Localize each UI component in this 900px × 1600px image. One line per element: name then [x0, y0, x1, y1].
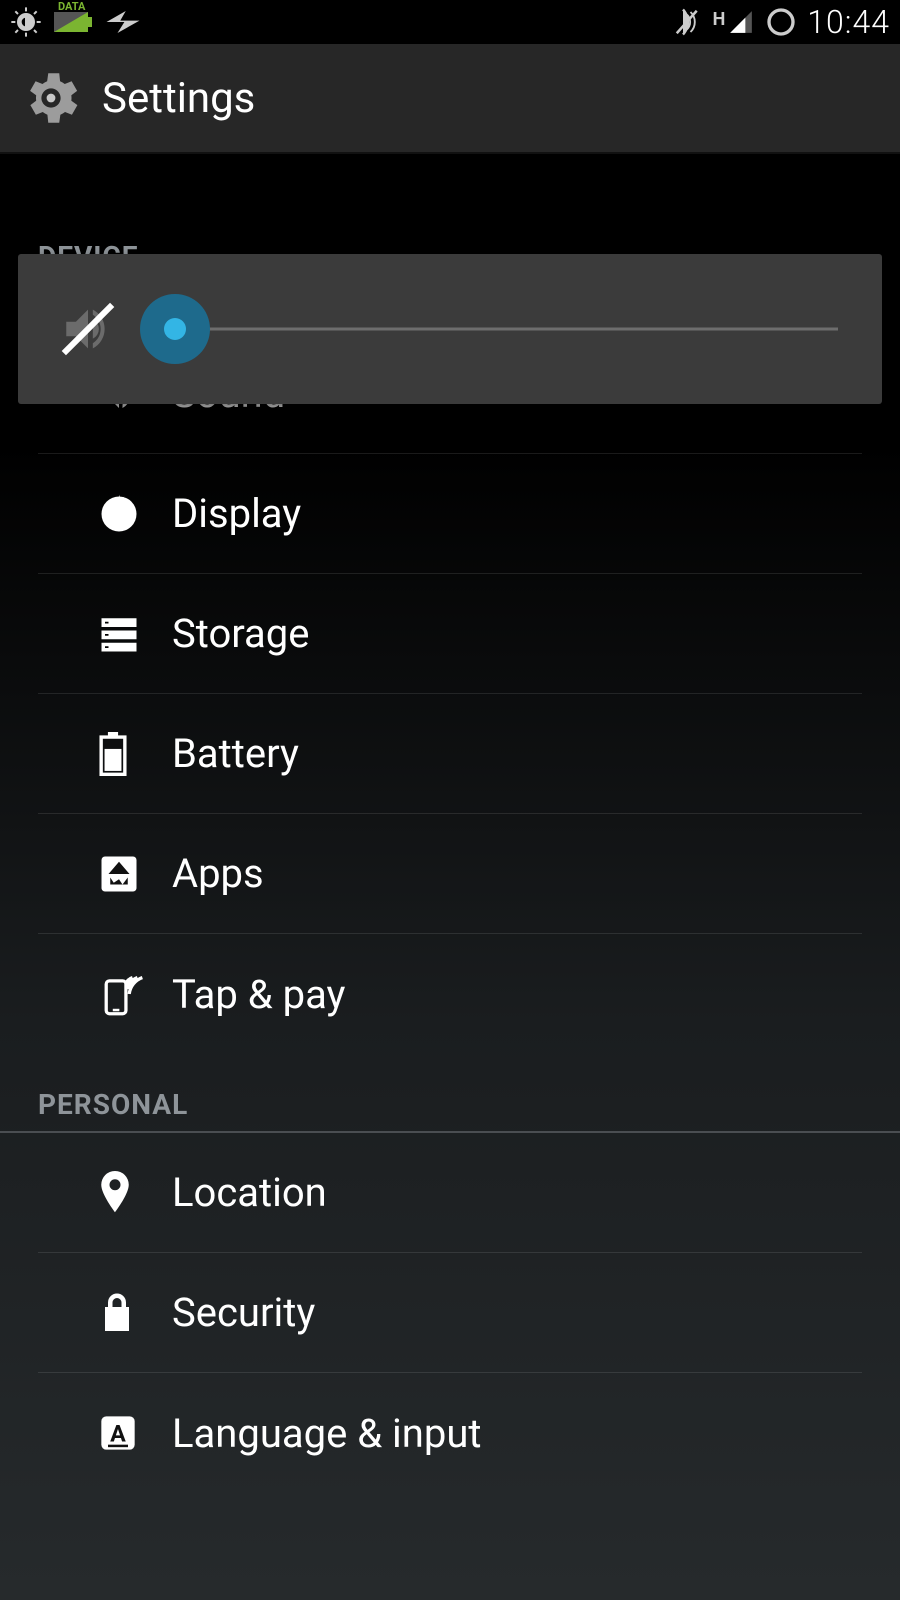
vibrate-icon — [673, 7, 703, 37]
list-item-label: Security — [172, 1289, 315, 1336]
list-item-location[interactable]: Location — [38, 1133, 862, 1253]
list-item-label: Apps — [172, 850, 264, 897]
svg-text:A: A — [110, 1419, 126, 1447]
loading-circle-icon — [765, 6, 797, 38]
charging-icon — [106, 11, 140, 33]
volume-slider-thumb[interactable] — [140, 294, 210, 364]
list-item-more[interactable]: More… — [38, 154, 862, 174]
status-right: H 10:44 — [673, 3, 890, 41]
list-item-tap-pay[interactable]: Tap & pay — [38, 934, 862, 1054]
list-item-label: Display — [172, 490, 301, 537]
settings-gear-icon[interactable] — [18, 65, 84, 131]
volume-slider-track — [142, 328, 838, 331]
list-item-storage[interactable]: Storage — [38, 574, 862, 694]
tap-pay-icon — [98, 971, 172, 1017]
language-icon: A — [98, 1413, 172, 1453]
list-item-label: Storage — [172, 610, 309, 657]
list-item-label: Battery — [172, 730, 299, 777]
list-item-apps[interactable]: Apps — [38, 814, 862, 934]
display-icon — [98, 493, 172, 535]
app-bar-title: Settings — [102, 74, 255, 123]
security-icon — [98, 1292, 172, 1334]
settings-list-scroll[interactable]: DEVICE More… Sound Display Storage — [0, 154, 900, 1600]
list-item-label: Location — [172, 1169, 327, 1216]
status-clock: 10:44 — [807, 3, 890, 41]
status-bar: DATA H 10:44 — [0, 0, 900, 44]
signal-icon: H — [713, 9, 756, 35]
volume-slider[interactable] — [142, 294, 838, 364]
volume-overlay — [18, 254, 882, 404]
storage-icon — [98, 613, 172, 655]
status-left: DATA — [10, 6, 140, 38]
list-item-label: Tap & pay — [172, 971, 345, 1018]
list-item-display[interactable]: Display — [38, 454, 862, 574]
brightness-icon — [10, 6, 42, 38]
data-battery-icon: DATA — [54, 8, 94, 36]
list-item-label: Language & input — [172, 1410, 481, 1457]
battery-icon — [98, 732, 172, 776]
list-item-battery[interactable]: Battery — [38, 694, 862, 814]
location-icon — [98, 1171, 172, 1215]
data-label: DATA — [58, 0, 85, 13]
app-bar: Settings — [0, 44, 900, 154]
volume-muted-icon — [48, 300, 128, 358]
signal-type-label: H — [713, 9, 726, 30]
apps-icon — [98, 853, 172, 895]
list-item-language[interactable]: A Language & input — [38, 1373, 862, 1493]
section-header-personal: PERSONAL — [0, 1054, 900, 1133]
list-item-security[interactable]: Security — [38, 1253, 862, 1373]
